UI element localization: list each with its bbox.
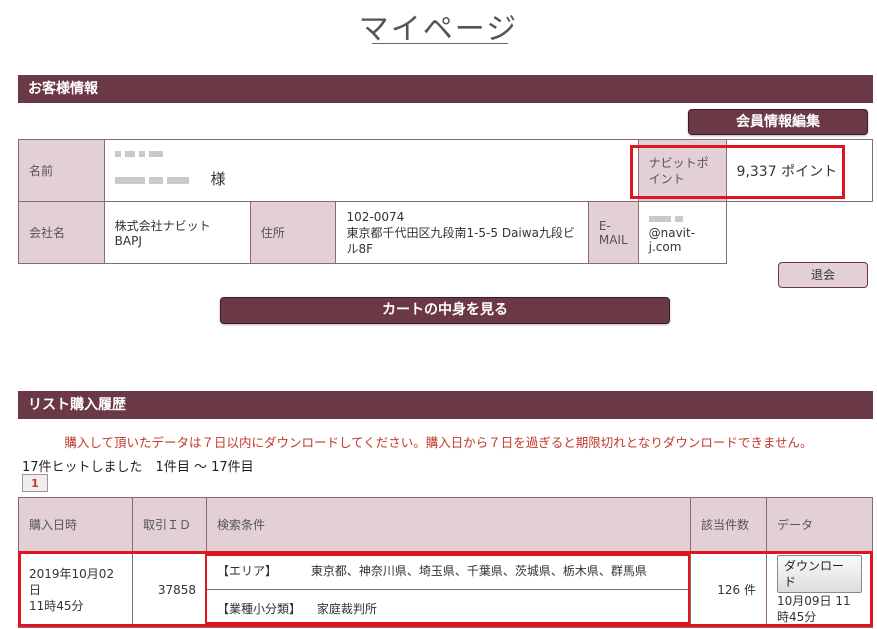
edit-member-info-button[interactable]: 会員情報編集 [688,109,868,135]
purchase-time: 11時45分 [29,598,84,613]
withdraw-button[interactable]: 退会 [778,262,868,288]
result-count: 126 件 [690,551,767,628]
table-header-row: 購入日時 取引ＩＤ 検索条件 該当件数 データ [18,497,873,552]
condition-area-value: 東京都、神奈川県、埼玉県、千葉県、茨城県、栃木県、群馬県 [310,564,647,578]
customer-info-table: 名前 様 ナビットポイント 9,337 ポイント 会社名 株式会社ナビット BA… [18,139,874,264]
title-underline [372,43,508,44]
purchase-datetime: 2019年10月02日 11時45分 [18,551,133,628]
address-value: 102-0074 東京都千代田区九段南1-5-5 Daiwa九段ビル8F [335,201,589,264]
page-button-1[interactable]: 1 [22,474,48,492]
col-transaction-id: 取引ＩＤ [132,497,207,552]
col-hit-count: 該当件数 [690,497,767,552]
address-label: 住所 [249,201,337,264]
col-data: データ [766,497,873,552]
company-value: 株式会社ナビット BAPJ [103,201,251,264]
condition-area-label: 【エリア】 [217,564,278,578]
condition-area: 【エリア】 東京都、神奈川県、埼玉県、千葉県、茨城県、栃木県、群馬県 [206,551,691,590]
email-value: @navit-j.com [637,201,727,264]
purchase-date: 2019年10月02日 [29,566,115,597]
purchase-history-table: 購入日時 取引ＩＤ 検索条件 該当件数 データ 2019年10月02日 11時4… [18,497,873,628]
name-suffix: 様 [210,170,226,188]
points-value: 9,337 ポイント [725,139,874,202]
col-search-conditions: 検索条件 [206,497,691,552]
page-title: マイページ [358,12,519,47]
address-text: 東京都千代田区九段南1-5-5 Daiwa九段ビル8F [346,225,575,256]
condition-category: 【業種小分類】 家庭裁判所 [206,589,691,628]
name-value: 様 [103,139,639,202]
email-domain: @navit-j.com [648,225,696,254]
transaction-id: 37858 [132,551,207,628]
download-notice: 購入して頂いたデータは７日以内にダウンロードしてください。購入日から７日を過ぎる… [64,435,813,450]
condition-category-value: 家庭裁判所 [316,602,377,616]
customer-section-header: お客様情報 [18,75,873,103]
condition-category-label: 【業種小分類】 [217,602,302,616]
download-expiry: 10月09日 11時45分 [777,593,851,624]
view-cart-button[interactable]: カートの中身を見る [220,297,670,324]
col-purchase-date: 購入日時 [18,497,133,552]
history-section-header: リスト購入履歴 [18,391,873,419]
postal-code: 102-0074 [346,209,405,224]
download-cell: ダウンロード 10月09日 11時45分 [766,551,873,628]
name-label: 名前 [18,139,105,202]
download-button[interactable]: ダウンロード [777,554,862,593]
email-label: E-MAIL [587,201,639,264]
company-label: 会社名 [18,201,105,264]
hit-count: 17件ヒットしました 1件目 ～ 17件目 [22,460,254,475]
table-row: 2019年10月02日 11時45分 37858 【エリア】 東京都、神奈川県、… [18,551,873,628]
points-label: ナビットポイント [637,139,727,202]
